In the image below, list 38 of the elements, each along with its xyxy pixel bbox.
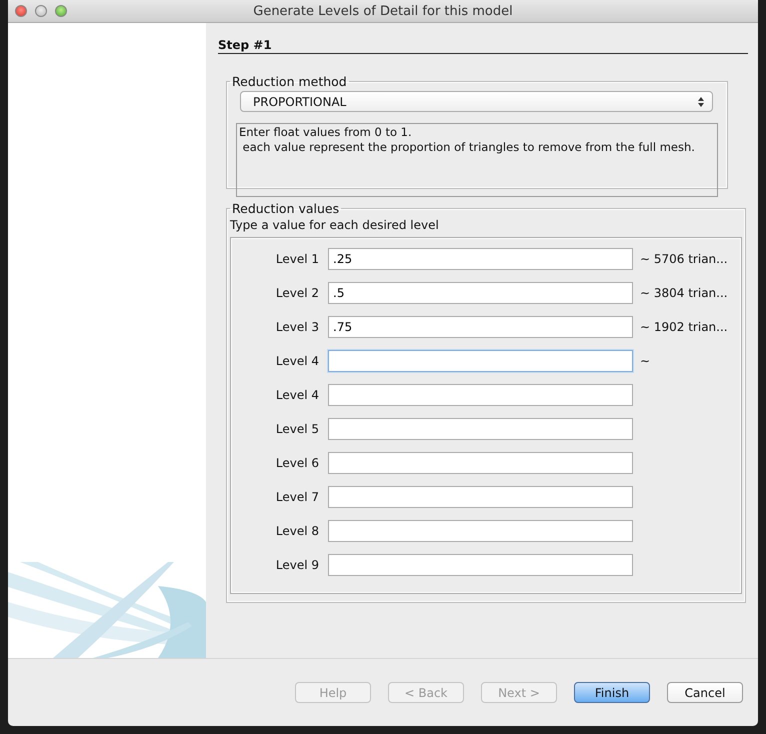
description-line: Enter float values from 0 to 1.: [239, 125, 413, 140]
zoom-button[interactable]: [55, 5, 67, 17]
field-label: Level 5: [274, 422, 320, 436]
input-field[interactable]: [328, 554, 633, 576]
field-label: Level 8: [274, 524, 320, 538]
field-label: Level 7: [274, 490, 320, 504]
input-field[interactable]: [328, 486, 633, 508]
input-field[interactable]: [328, 520, 633, 542]
triangle-count: ~ 3804 trian...: [640, 286, 728, 300]
triangle-count: ~: [640, 354, 650, 368]
input-field[interactable]: [328, 384, 633, 406]
field-label: Level 6: [274, 456, 320, 470]
input-field[interactable]: [328, 452, 633, 474]
field-label: Level 1: [274, 252, 320, 266]
triangle-count: ~ 5706 trian...: [640, 252, 728, 266]
dialog-button[interactable]: Cancel: [667, 682, 743, 703]
hint-text: Type a value for each desired level: [230, 218, 440, 232]
field-label: Level 2: [274, 286, 320, 300]
description-line: each value represent the proportion of triangles to remove from the full mesh.: [242, 140, 696, 155]
field-label: Level 9: [274, 558, 320, 572]
field-label: Level 4: [274, 354, 320, 368]
input-field[interactable]: .75: [328, 316, 633, 338]
input-field[interactable]: .5: [328, 282, 633, 304]
step-heading: Step #1: [218, 38, 748, 54]
dialog-button[interactable]: Finish: [574, 682, 650, 703]
input-field[interactable]: [328, 418, 633, 440]
field-label: Level 3: [274, 320, 320, 334]
group-title: Reduction values: [231, 201, 340, 216]
window-title: Generate Levels of Detail for this model: [253, 4, 513, 18]
group-title: Reduction method: [231, 74, 348, 89]
minimize-button[interactable]: [35, 5, 47, 17]
input-field[interactable]: [328, 350, 633, 372]
method-dropdown[interactable]: PROPORTIONAL: [240, 91, 713, 112]
triangle-count: ~ 1902 trian...: [640, 320, 728, 334]
field-label: Level 4: [274, 388, 320, 402]
close-button[interactable]: [15, 5, 27, 17]
input-field[interactable]: .25: [328, 248, 633, 270]
updown-icon: [698, 96, 704, 106]
